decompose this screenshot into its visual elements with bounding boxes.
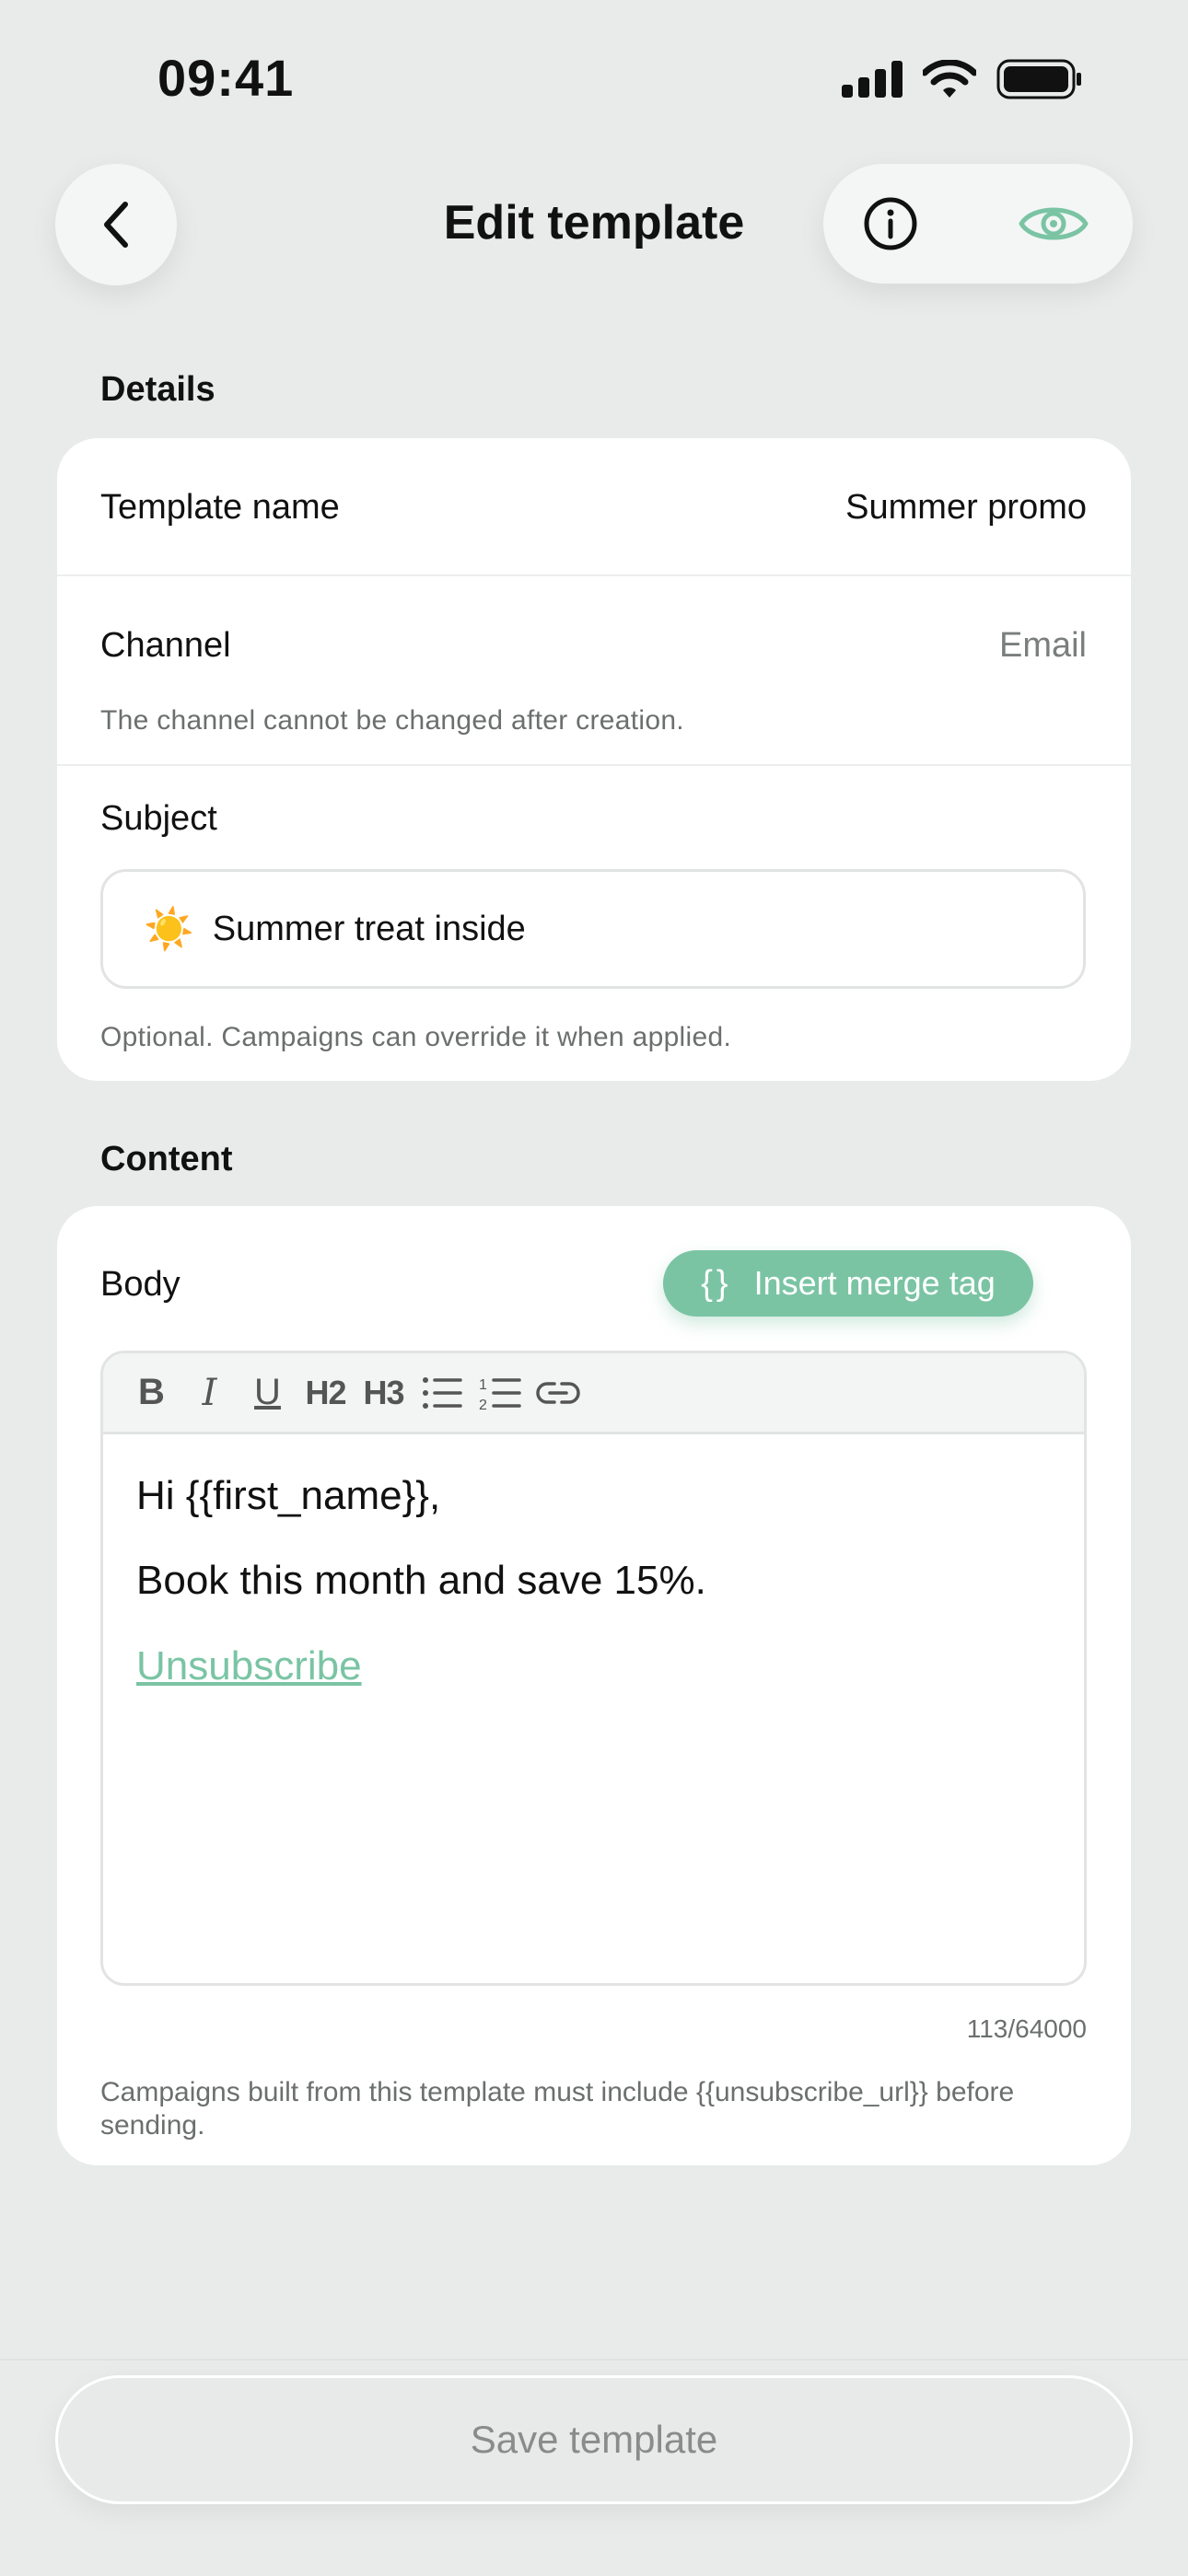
body-line-greeting: Hi {{first_name}},	[136, 1473, 441, 1518]
channel-value: Email	[998, 626, 1087, 665]
content-card: Body {} Insert merge tag B I U H2 H3 1 2	[57, 1206, 1131, 2165]
info-icon	[864, 197, 917, 250]
status-icons	[842, 59, 1083, 99]
channel-hint: The channel cannot be changed after crea…	[100, 705, 684, 736]
subject-value: Summer treat inside	[212, 909, 526, 948]
subject-hint: Optional. Campaigns can override it when…	[100, 1022, 732, 1052]
template-name-value: Summer promo	[845, 488, 1087, 527]
body-label: Body	[100, 1265, 181, 1304]
insert-merge-tag-button[interactable]: {} Insert merge tag	[663, 1250, 1033, 1317]
content-footnote: Campaigns built from this template must …	[100, 2077, 1015, 2141]
content-section-label: Content	[100, 1140, 233, 1178]
preview-button[interactable]	[1017, 193, 1090, 254]
subject-input[interactable]: ☀️ Summer treat inside	[100, 869, 1086, 989]
bulleted-list-button[interactable]	[419, 1370, 464, 1415]
bulleted-list-icon	[422, 1376, 462, 1409]
unsubscribe-link[interactable]: Unsubscribe	[136, 1643, 362, 1689]
italic-button[interactable]: I	[187, 1370, 232, 1415]
underline-button[interactable]: U	[245, 1370, 290, 1415]
link-icon	[535, 1381, 580, 1404]
template-name-label: Template name	[100, 488, 340, 527]
channel-row: Channel Email The channel cannot be chan…	[57, 576, 1131, 764]
subject-label: Subject	[100, 799, 217, 838]
character-counter: 113/64000	[966, 2014, 1087, 2043]
header-actions	[823, 164, 1133, 284]
details-section-label: Details	[100, 370, 215, 409]
body-editor[interactable]: B I U H2 H3 1 2 Hi {{first_name}}, Book …	[100, 1351, 1087, 1986]
numbered-list-icon: 1 2	[479, 1377, 521, 1411]
wifi-icon	[923, 60, 976, 98]
svg-text:1: 1	[479, 1377, 487, 1393]
body-line-offer: Book this month and save 15%.	[136, 1558, 706, 1603]
details-card: Template name Summer promo Channel Email…	[57, 438, 1131, 1081]
sun-emoji-icon: ☀️	[144, 907, 194, 952]
eye-icon	[1019, 207, 1089, 240]
template-name-row[interactable]: Template name Summer promo	[57, 438, 1131, 574]
insert-merge-tag-label: Insert merge tag	[753, 1264, 996, 1302]
divider	[57, 764, 1131, 766]
channel-label: Channel	[100, 626, 231, 665]
numbered-list-button[interactable]: 1 2	[477, 1370, 522, 1415]
bold-button[interactable]: B	[129, 1370, 174, 1415]
editor-toolbar: B I U H2 H3 1 2	[103, 1353, 1084, 1434]
info-button[interactable]	[860, 193, 921, 254]
save-template-button[interactable]: Save template	[55, 2375, 1133, 2504]
braces-icon: {}	[701, 1263, 732, 1303]
svg-text:2: 2	[479, 1398, 487, 1411]
battery-icon	[996, 59, 1081, 99]
status-time: 09:41	[157, 49, 295, 107]
link-button[interactable]	[535, 1370, 580, 1415]
heading-3-button[interactable]: H3	[361, 1370, 406, 1415]
heading-2-button[interactable]: H2	[303, 1370, 348, 1415]
cellular-signal-icon	[842, 61, 903, 98]
